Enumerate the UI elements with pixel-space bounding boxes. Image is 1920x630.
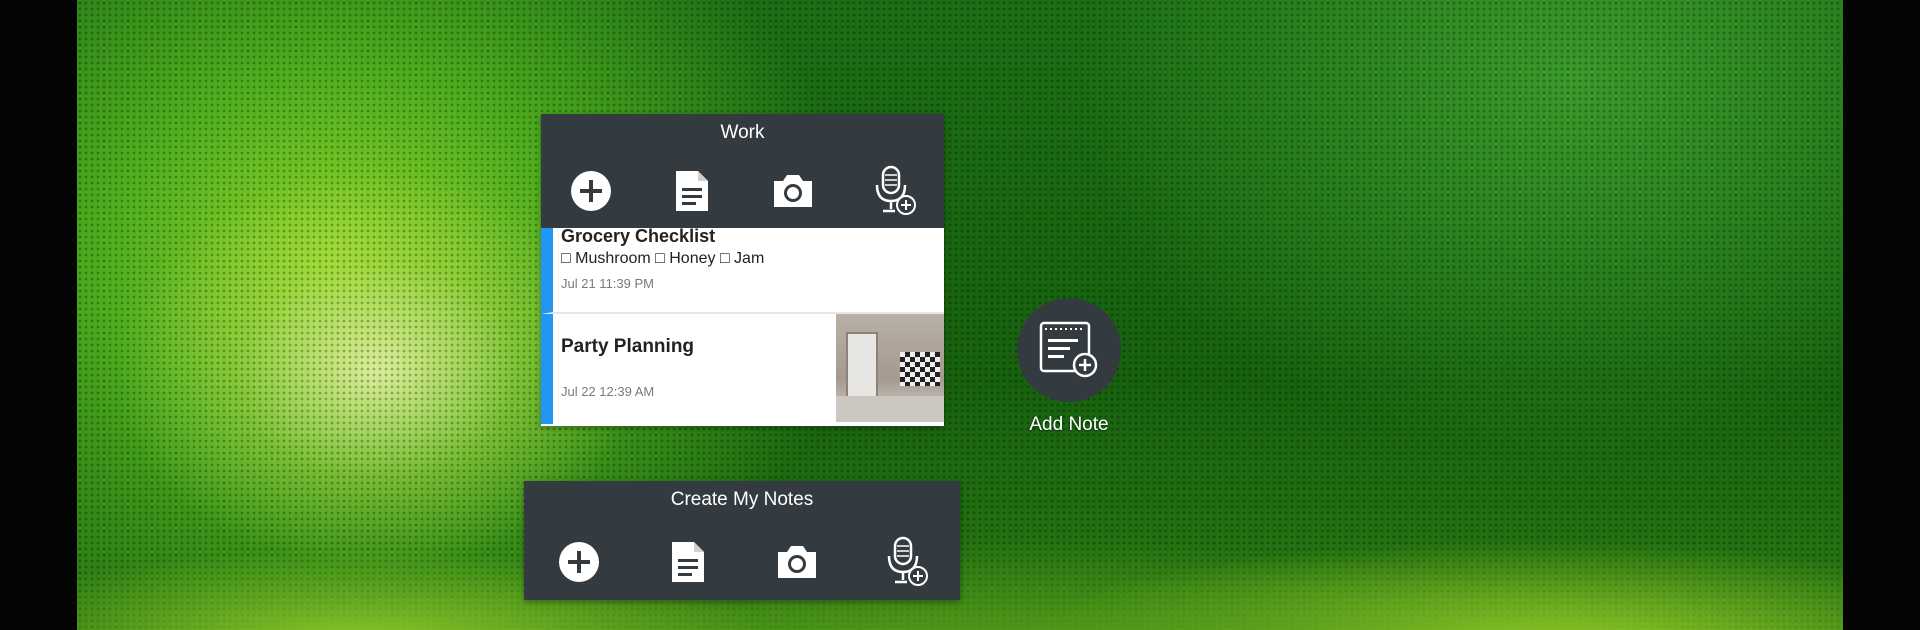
note-item-party-planning[interactable]: Party Planning Jul 22 12:39 AM <box>541 314 944 424</box>
microphone-add-icon <box>887 536 928 586</box>
new-note-button[interactable] <box>563 163 619 219</box>
note-list: Grocery Checklist □ Mushroom □ Honey □ J… <box>541 226 944 426</box>
thumbnail-floor <box>836 396 944 422</box>
note-item-grocery-checklist[interactable]: Grocery Checklist □ Mushroom □ Honey □ J… <box>541 226 944 314</box>
text-note-button[interactable] <box>660 534 716 590</box>
plus-circle-icon <box>558 542 599 582</box>
thumbnail-checkered-art <box>900 352 940 386</box>
camera-icon <box>773 175 812 207</box>
photo-note-button[interactable] <box>769 534 825 590</box>
note-add-icon <box>1039 321 1098 378</box>
work-notes-widget: Work Grocery Checklist □ Mushroom □ Hone… <box>541 114 944 426</box>
microphone-add-icon <box>875 165 916 215</box>
widget-title[interactable]: Work <box>541 114 944 151</box>
note-date: Jul 22 12:39 AM <box>561 384 655 399</box>
camera-icon <box>777 546 816 578</box>
widget-title[interactable]: Create My Notes <box>524 481 960 519</box>
document-icon <box>676 171 709 211</box>
widget-action-bar <box>541 162 944 220</box>
note-thumbnail <box>836 314 944 422</box>
voice-note-button[interactable] <box>866 163 922 219</box>
plus-circle-icon <box>571 171 612 211</box>
note-body: □ Mushroom □ Honey □ Jam <box>561 250 765 267</box>
text-note-button[interactable] <box>664 163 720 219</box>
photo-note-button[interactable] <box>765 163 821 219</box>
voice-note-button[interactable] <box>878 534 934 590</box>
device-bezel-right <box>1843 0 1920 630</box>
add-note-shortcut-circle <box>1017 298 1121 402</box>
document-icon <box>671 542 704 582</box>
create-notes-widget: Create My Notes <box>524 481 960 600</box>
add-note-shortcut[interactable]: Add Note <box>1014 298 1124 436</box>
wallpaper-leaf <box>77 490 1843 630</box>
note-title: Grocery Checklist <box>561 226 716 246</box>
widget-action-bar <box>524 534 960 590</box>
home-wallpaper <box>77 0 1843 630</box>
add-note-label: Add Note <box>1029 414 1109 435</box>
thumbnail-window <box>846 332 878 406</box>
device-bezel-left <box>0 0 77 630</box>
widget-header: Work <box>541 114 944 228</box>
new-note-button[interactable] <box>551 534 607 590</box>
note-date: Jul 21 11:39 PM <box>561 276 654 291</box>
note-title: Party Planning <box>561 336 695 357</box>
